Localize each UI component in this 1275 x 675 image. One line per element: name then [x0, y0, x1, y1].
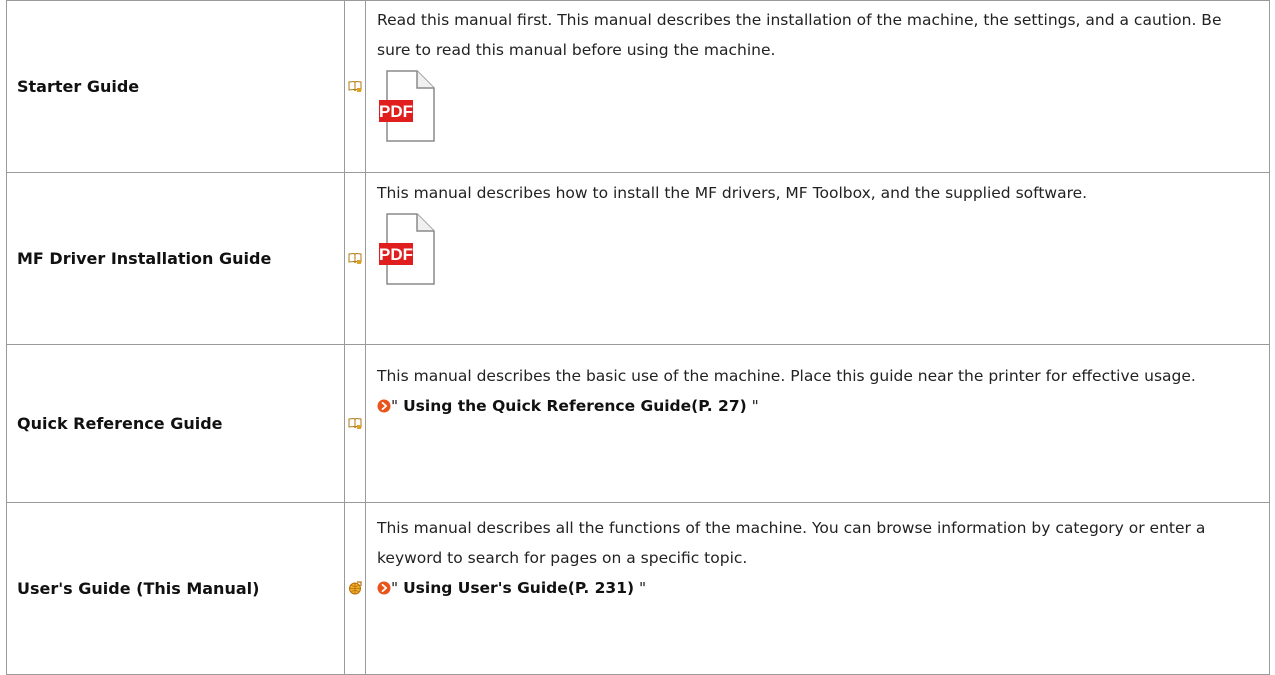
link-open-quote: " [391, 579, 399, 597]
svg-text:PDF: PDF [379, 245, 413, 264]
table-row: Starter Guide Read this manual first. Th… [6, 0, 1270, 173]
reference-link[interactable]: " Using the Quick Reference Guide(P. 27)… [377, 391, 1259, 423]
manual-description: This manual describes the basic use of t… [377, 367, 1196, 385]
manual-name: Quick Reference Guide [6, 344, 345, 503]
manual-name: Starter Guide [6, 0, 345, 173]
link-close-quote: " [639, 579, 647, 597]
link-text[interactable]: Using the Quick Reference Guide(P. 27) [403, 397, 747, 415]
book-icon [348, 78, 362, 97]
arrow-right-circle-icon [377, 393, 391, 423]
manual-description: Read this manual first. This manual desc… [377, 11, 1222, 59]
manual-name: User's Guide (This Manual) [6, 502, 345, 675]
table-row: MF Driver Installation Guide This manual… [6, 172, 1270, 345]
table-row: User's Guide (This Manual) This manual d… [6, 502, 1270, 675]
manual-name: MF Driver Installation Guide [6, 172, 345, 345]
link-close-quote: " [751, 397, 759, 415]
pdf-icon[interactable]: PDF [379, 213, 435, 285]
web-manual-icon [348, 580, 362, 599]
manual-description: This manual describes how to install the… [377, 184, 1088, 202]
book-icon [348, 250, 362, 269]
reference-link[interactable]: " Using User's Guide(P. 231) " [377, 573, 1259, 605]
table-row: Quick Reference Guide This manual descri… [6, 344, 1270, 503]
link-open-quote: " [391, 397, 399, 415]
pdf-icon[interactable]: PDF [379, 70, 435, 142]
svg-text:PDF: PDF [379, 102, 413, 121]
manuals-table: Starter Guide Read this manual first. Th… [6, 0, 1270, 675]
arrow-right-circle-icon [377, 575, 391, 605]
link-text[interactable]: Using User's Guide(P. 231) [403, 579, 634, 597]
manual-description: This manual describes all the functions … [377, 519, 1206, 567]
book-icon [348, 415, 362, 434]
